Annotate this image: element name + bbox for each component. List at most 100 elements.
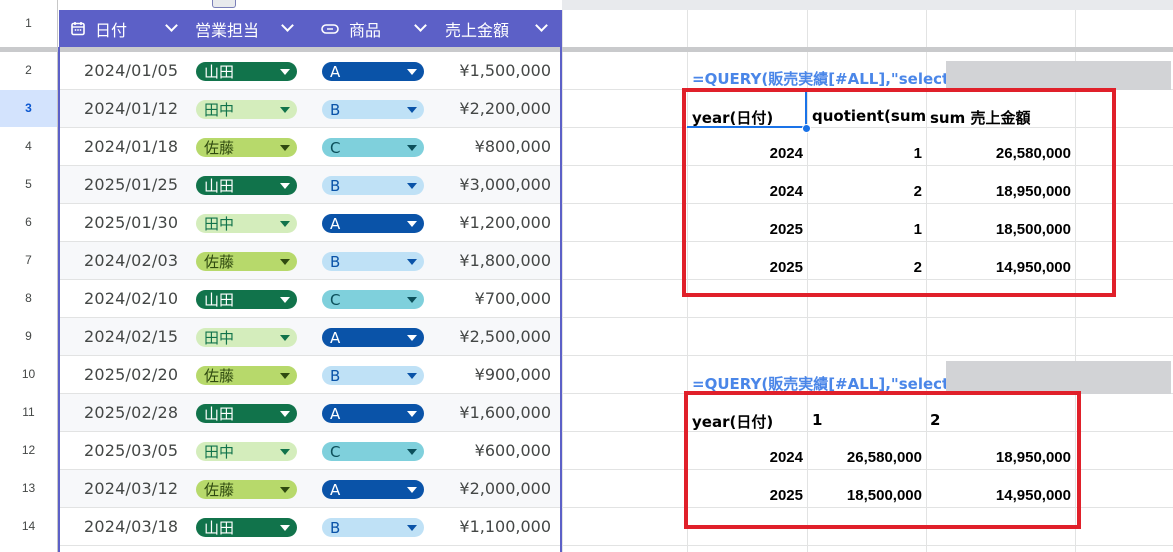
row-number[interactable]: 1 xyxy=(0,0,57,47)
column-header-amount[interactable]: 売上金額 xyxy=(445,10,562,47)
dropdown-arrow-icon[interactable] xyxy=(407,145,417,151)
query1-cell[interactable]: 18,950,000 xyxy=(996,183,1071,200)
dropdown-arrow-icon[interactable] xyxy=(280,297,290,303)
dropdown-arrow-icon[interactable] xyxy=(280,373,290,379)
amount-cell[interactable]: ¥900,000 xyxy=(475,356,551,393)
date-cell[interactable]: 2024/01/18 xyxy=(84,128,178,165)
dropdown-arrow-icon[interactable] xyxy=(407,107,417,113)
query1-formula[interactable]: =QUERY(販売実績[#ALL],"select xyxy=(692,68,946,89)
row-number[interactable]: 2 xyxy=(0,52,57,89)
chevron-down-icon[interactable] xyxy=(165,19,178,32)
product-chip[interactable]: A xyxy=(322,214,424,233)
query2-formula[interactable]: =QUERY(販売実績[#ALL],"select xyxy=(692,373,946,394)
date-cell[interactable]: 2025/01/25 xyxy=(84,166,178,203)
amount-cell[interactable]: ¥1,100,000 xyxy=(459,508,551,545)
amount-cell[interactable]: ¥1,800,000 xyxy=(459,242,551,279)
amount-cell[interactable]: ¥2,000,000 xyxy=(459,470,551,507)
table-row[interactable]: 2025/01/30 田中 A ¥1,200,000 xyxy=(60,204,560,241)
dropdown-arrow-icon[interactable] xyxy=(280,525,290,531)
date-cell[interactable]: 2025/02/28 xyxy=(84,394,178,431)
chevron-down-icon[interactable] xyxy=(535,19,548,32)
table-row[interactable]: 2025/02/20 佐藤 B ¥900,000 xyxy=(60,356,560,393)
person-chip[interactable]: 山田 xyxy=(196,176,297,195)
amount-cell[interactable]: ¥1,600,000 xyxy=(459,394,551,431)
amount-cell[interactable]: ¥600,000 xyxy=(475,432,551,469)
query2-header-year[interactable]: year(日付) xyxy=(692,411,804,432)
dropdown-arrow-icon[interactable] xyxy=(280,335,290,341)
date-cell[interactable]: 2024/02/15 xyxy=(84,318,178,355)
product-chip[interactable]: B xyxy=(322,252,424,271)
person-chip[interactable]: 山田 xyxy=(196,404,297,423)
row-number[interactable]: 7 xyxy=(0,242,57,279)
dropdown-arrow-icon[interactable] xyxy=(280,221,290,227)
query1-cell[interactable]: 14,950,000 xyxy=(996,259,1071,276)
query1-cell[interactable]: 18,500,000 xyxy=(996,221,1071,238)
dropdown-arrow-icon[interactable] xyxy=(280,69,290,75)
row-number[interactable]: 13 xyxy=(0,470,57,507)
amount-cell[interactable]: ¥3,000,000 xyxy=(459,166,551,203)
product-chip[interactable]: A xyxy=(322,328,424,347)
dropdown-arrow-icon[interactable] xyxy=(407,411,417,417)
person-chip[interactable]: 佐藤 xyxy=(196,138,297,157)
dropdown-arrow-icon[interactable] xyxy=(280,449,290,455)
table-row[interactable]: 2024/01/05 山田 A ¥1,500,000 xyxy=(60,52,560,89)
date-cell[interactable]: 2024/01/12 xyxy=(84,90,178,127)
row-number[interactable]: 4 xyxy=(0,128,57,165)
fill-handle[interactable] xyxy=(802,124,811,133)
column-header-person[interactable]: 営業担当 xyxy=(195,10,305,47)
row-number[interactable]: 8 xyxy=(0,280,57,317)
row-number[interactable]: 14 xyxy=(0,508,57,545)
dropdown-arrow-icon[interactable] xyxy=(407,183,417,189)
table-row[interactable]: 2024/01/12 田中 B ¥2,200,000 xyxy=(60,90,560,127)
query1-cell[interactable]: 1 xyxy=(914,145,922,162)
query1-header-quotient[interactable]: quotient(sum( xyxy=(812,107,926,125)
product-chip[interactable]: B xyxy=(322,100,424,119)
person-chip[interactable]: 山田 xyxy=(196,62,297,81)
dropdown-arrow-icon[interactable] xyxy=(407,259,417,265)
query1-cell[interactable]: 1 xyxy=(914,221,922,238)
query1-cell[interactable]: 26,580,000 xyxy=(996,145,1071,162)
product-chip[interactable]: B xyxy=(322,366,424,385)
column-header-product[interactable]: 商品 xyxy=(321,10,441,47)
row-number[interactable]: 5 xyxy=(0,166,57,203)
person-chip[interactable]: 田中 xyxy=(196,442,297,461)
person-chip[interactable]: 山田 xyxy=(196,290,297,309)
product-chip[interactable]: A xyxy=(322,404,424,423)
amount-cell[interactable]: ¥1,200,000 xyxy=(459,204,551,241)
dropdown-arrow-icon[interactable] xyxy=(407,69,417,75)
column-header-date[interactable]: 日付 xyxy=(71,10,181,47)
person-chip[interactable]: 佐藤 xyxy=(196,252,297,271)
table-row[interactable]: 2024/03/18 山田 B ¥1,100,000 xyxy=(60,508,560,545)
table-row[interactable]: 2024/01/18 佐藤 C ¥800,000 xyxy=(60,128,560,165)
table-row[interactable]: 2024/03/12 佐藤 A ¥2,000,000 xyxy=(60,470,560,507)
date-cell[interactable]: 2024/03/18 xyxy=(84,508,178,545)
dropdown-arrow-icon[interactable] xyxy=(407,449,417,455)
row-number[interactable]: 6 xyxy=(0,204,57,241)
date-cell[interactable]: 2024/02/03 xyxy=(84,242,178,279)
product-chip[interactable]: A xyxy=(322,480,424,499)
table-row[interactable]: 2024/02/10 山田 C ¥700,000 xyxy=(60,280,560,317)
query2-cell[interactable]: 18,950,000 xyxy=(996,449,1071,466)
row-number[interactable]: 9 xyxy=(0,318,57,355)
dropdown-arrow-icon[interactable] xyxy=(407,373,417,379)
query2-cell[interactable]: 26,580,000 xyxy=(847,449,922,466)
amount-cell[interactable]: ¥700,000 xyxy=(475,280,551,317)
person-chip[interactable]: 佐藤 xyxy=(196,480,297,499)
dropdown-arrow-icon[interactable] xyxy=(280,259,290,265)
dropdown-arrow-icon[interactable] xyxy=(407,335,417,341)
dropdown-arrow-icon[interactable] xyxy=(407,487,417,493)
product-chip[interactable]: B xyxy=(322,176,424,195)
dropdown-arrow-icon[interactable] xyxy=(407,297,417,303)
query2-cell[interactable]: 14,950,000 xyxy=(996,487,1071,504)
query2-header-1[interactable]: 1 xyxy=(812,411,922,429)
date-cell[interactable]: 2024/01/05 xyxy=(84,52,178,89)
query2-cell[interactable]: 2024 xyxy=(770,449,803,466)
date-cell[interactable]: 2025/01/30 xyxy=(84,204,178,241)
query2-header-2[interactable]: 2 xyxy=(930,411,1070,429)
dropdown-arrow-icon[interactable] xyxy=(280,411,290,417)
person-chip[interactable]: 山田 xyxy=(196,518,297,537)
query1-cell[interactable]: 2 xyxy=(914,183,922,200)
chevron-down-icon[interactable] xyxy=(414,19,427,32)
amount-cell[interactable]: ¥2,200,000 xyxy=(459,90,551,127)
table-menu-tab[interactable] xyxy=(212,0,236,8)
